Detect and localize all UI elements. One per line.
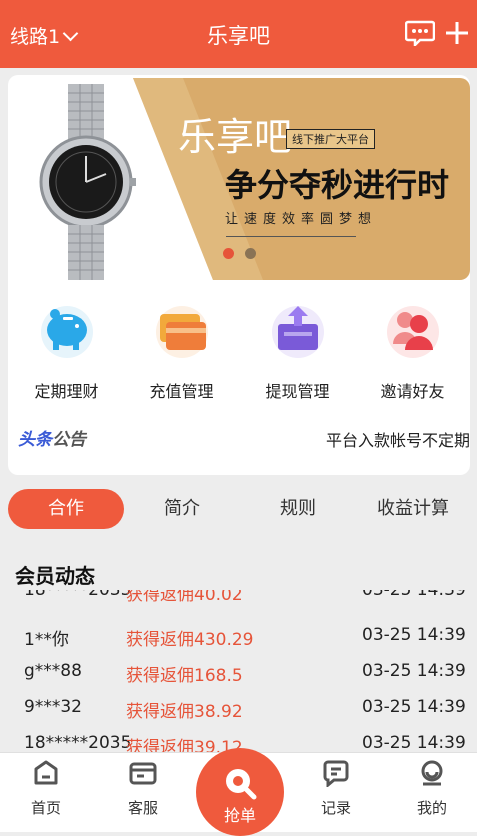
- notice-text: 平台入款帐号不定期: [325, 431, 470, 450]
- notice-logo: 头条公告: [18, 430, 86, 450]
- tabbar-service[interactable]: 客服: [103, 759, 183, 818]
- menu-item-fixed-finance[interactable]: 定期理财: [9, 300, 124, 402]
- wallet-upload-icon: [268, 300, 328, 360]
- menu-item-withdraw[interactable]: 提现管理: [240, 300, 355, 402]
- banner-slogan: 争分夺秒进行时: [225, 166, 450, 204]
- menu-item-invite[interactable]: 邀请好友: [355, 300, 470, 402]
- tabbar-home[interactable]: 首页: [6, 759, 86, 818]
- tabbar-records[interactable]: 记录: [296, 759, 376, 818]
- tab-earnings-calc[interactable]: 收益计算: [356, 489, 470, 529]
- user-icon: [421, 760, 443, 786]
- records-icon: [323, 760, 349, 789]
- tab-intro[interactable]: 简介: [124, 489, 240, 529]
- tab-cooperation[interactable]: 合作: [8, 489, 124, 529]
- customer-service-icon: [129, 762, 157, 785]
- banner-brand: 乐享吧: [178, 115, 293, 159]
- banner-subline: 让速度效率圆梦想: [225, 212, 378, 227]
- member-activity-list[interactable]: 18*****2035 获得返佣40.02 03-25 14:39 1**你 获…: [0, 590, 477, 752]
- tab-rules[interactable]: 规则: [240, 489, 356, 529]
- watch-image: [39, 84, 136, 280]
- menu-label: 定期理财: [34, 382, 99, 401]
- add-icon[interactable]: [444, 20, 470, 50]
- promo-banner[interactable]: 乐享吧 线下推广大平台 争分夺秒进行时 让速度效率圆梦想: [8, 78, 470, 280]
- carousel-dot[interactable]: [245, 248, 256, 259]
- list-item: 9***32 获得返佣38.92 03-25 14:39: [24, 697, 466, 722]
- grab-label: 抢单: [223, 806, 256, 825]
- users-icon: [383, 300, 443, 360]
- home-icon: [34, 760, 58, 785]
- message-icon[interactable]: [404, 20, 436, 50]
- list-item: 1**你 获得返佣430.29 03-25 14:39: [24, 625, 466, 650]
- piggy-bank-icon: [37, 300, 97, 360]
- banner-tag: 线下推广大平台: [286, 129, 375, 149]
- menu-label: 提现管理: [265, 382, 330, 401]
- card-icon: [152, 300, 212, 360]
- feed-title: 会员动态: [15, 564, 95, 588]
- grab-order-button[interactable]: 抢单: [196, 748, 284, 836]
- menu-label: 充值管理: [149, 382, 214, 401]
- list-item: 18*****2035 获得返佣40.02 03-25 14:39: [24, 590, 466, 605]
- tab-bar: 合作 简介 规则 收益计算: [8, 489, 470, 529]
- banner-divider: [226, 236, 356, 237]
- top-bar: 线路1 乐享吧: [0, 0, 477, 68]
- notice-bar[interactable]: 头条公告 平台入款帐号不定期: [18, 425, 470, 451]
- carousel-dot-active[interactable]: [223, 248, 234, 259]
- menu-item-recharge[interactable]: 充值管理: [124, 300, 239, 402]
- menu-label: 邀请好友: [380, 382, 445, 401]
- list-item: g***88 获得返佣168.5 03-25 14:39: [24, 661, 466, 686]
- tabbar-mine[interactable]: 我的: [392, 759, 472, 818]
- grab-icon: [226, 769, 257, 800]
